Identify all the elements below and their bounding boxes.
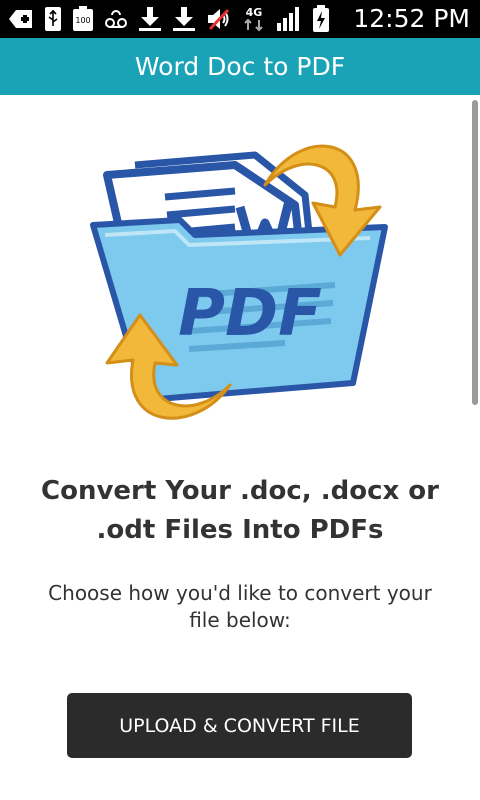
battery-charging-icon: [313, 5, 329, 32]
network-label: 4G: [246, 6, 263, 19]
mute-icon: [208, 8, 230, 31]
download-icon: [173, 7, 195, 31]
clock: 12:52 PM: [353, 4, 470, 33]
voicemail-icon: [105, 10, 127, 28]
headline-line-2: .odt Files Into PDFs: [96, 515, 384, 545]
add-icon: [9, 10, 32, 28]
headline: Convert Your .doc, .docx or .odt Files I…: [20, 472, 460, 550]
upload-convert-button[interactable]: UPLOAD & CONVERT FILE: [67, 693, 412, 758]
headline-line-1: Convert Your .doc, .docx or: [41, 476, 439, 506]
battery-saver-label: 100: [75, 16, 90, 25]
scrollbar[interactable]: [472, 100, 478, 405]
network-4g-icon: 4G: [244, 6, 263, 32]
battery-saver-icon: 100: [73, 6, 93, 31]
word-to-pdf-logo-icon: PDF: [90, 144, 388, 420]
instruction-text: Choose how you'd like to convert your fi…: [30, 580, 450, 634]
download-icon: [139, 7, 161, 31]
status-bar: 100 4G 12:52 PM: [0, 0, 480, 38]
app-title: Word Doc to PDF: [134, 52, 346, 81]
usb-icon: [45, 7, 61, 31]
status-icons: 100 4G: [8, 4, 330, 34]
logo-text: PDF: [178, 277, 322, 351]
app-bar: Word Doc to PDF: [0, 38, 480, 95]
instruction-line-2: file below:: [189, 608, 291, 632]
signal-icon: [277, 7, 299, 31]
instruction-line-1: Choose how you'd like to convert your: [48, 581, 432, 605]
